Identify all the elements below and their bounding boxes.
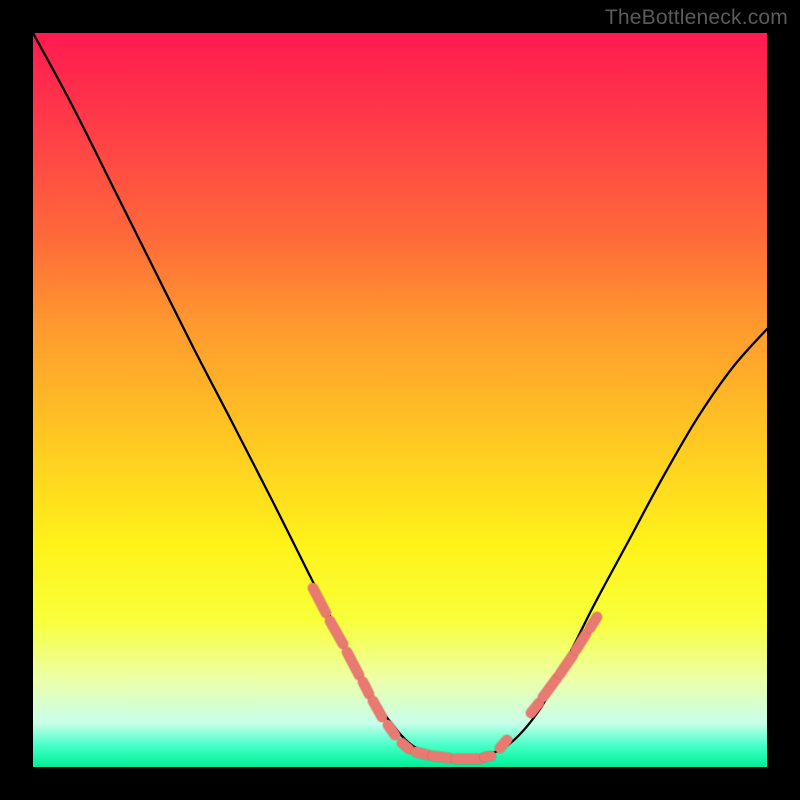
marker-segment bbox=[560, 655, 573, 674]
chart-frame: TheBottleneck.com bbox=[0, 0, 800, 800]
marker-segment bbox=[433, 756, 449, 758]
marker-segment bbox=[500, 740, 507, 748]
curve-markers bbox=[313, 588, 597, 759]
marker-segment bbox=[416, 752, 428, 755]
marker-segment bbox=[531, 703, 539, 713]
marker-segment bbox=[590, 617, 597, 628]
bottleneck-curve bbox=[33, 33, 767, 759]
plot-area bbox=[33, 33, 767, 767]
curve-layer bbox=[33, 33, 767, 767]
marker-segment bbox=[402, 743, 409, 749]
marker-segment bbox=[347, 652, 359, 675]
marker-segment bbox=[313, 588, 326, 613]
marker-segment bbox=[363, 682, 369, 694]
watermark-text: TheBottleneck.com bbox=[605, 6, 788, 30]
marker-segment bbox=[485, 756, 491, 757]
marker-segment bbox=[388, 725, 395, 735]
marker-segment bbox=[543, 678, 557, 697]
marker-segment bbox=[330, 621, 343, 644]
